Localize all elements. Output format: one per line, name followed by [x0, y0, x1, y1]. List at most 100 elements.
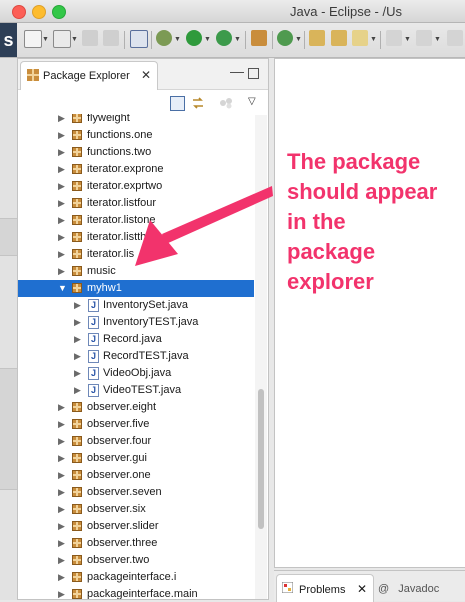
prev-annotation-icon[interactable]: [416, 30, 432, 46]
editor-area[interactable]: [274, 58, 465, 568]
collapse-all-icon[interactable]: [170, 96, 185, 111]
scrollbar-thumb[interactable]: [258, 389, 264, 529]
chevron-down-icon[interactable]: ▼: [434, 36, 441, 43]
close-window-button[interactable]: [12, 5, 26, 19]
package-row[interactable]: ▶ observer.six: [18, 501, 254, 518]
save-all-icon[interactable]: [103, 30, 119, 46]
new-icon[interactable]: [24, 30, 42, 48]
package-row[interactable]: ▶ observer.two: [18, 552, 254, 569]
chevron-down-icon[interactable]: ▼: [295, 36, 302, 43]
package-row[interactable]: ▶ observer.gui: [18, 450, 254, 467]
collapsed-chevron-icon[interactable]: ▶: [58, 249, 65, 260]
collapsed-chevron-icon[interactable]: ▶: [58, 470, 65, 481]
new-class-icon[interactable]: [53, 30, 71, 48]
collapsed-chevron-icon[interactable]: ▶: [58, 436, 65, 447]
new-java-class-icon[interactable]: [277, 30, 293, 46]
next-annotation-icon[interactable]: [386, 30, 402, 46]
java-file-row[interactable]: ▶ InventorySet.java: [18, 297, 254, 314]
minimize-window-button[interactable]: [32, 5, 46, 19]
collapsed-chevron-icon[interactable]: ▶: [58, 521, 65, 532]
chevron-down-icon[interactable]: ▼: [71, 36, 78, 43]
collapsed-chevron-icon[interactable]: ▶: [58, 164, 65, 175]
collapsed-chevron-icon[interactable]: ▶: [74, 300, 81, 311]
link-with-editor-icon[interactable]: [191, 96, 204, 109]
collapsed-chevron-icon[interactable]: ▶: [58, 572, 65, 583]
chevron-down-icon[interactable]: ▼: [42, 36, 49, 43]
collapsed-chevron-icon[interactable]: ▶: [58, 147, 65, 158]
package-row[interactable]: ▶ observer.eight: [18, 399, 254, 416]
package-row[interactable]: ▶ observer.four: [18, 433, 254, 450]
package-row[interactable]: ▶ observer.one: [18, 467, 254, 484]
collapsed-chevron-icon[interactable]: ▶: [74, 368, 81, 379]
collapsed-chevron-icon[interactable]: ▶: [58, 419, 65, 430]
collapsed-chevron-icon[interactable]: ▶: [58, 130, 65, 141]
collapsed-chevron-icon[interactable]: ▶: [58, 266, 65, 277]
search-icon[interactable]: [352, 30, 368, 46]
maximize-view-button[interactable]: [248, 68, 259, 79]
collapsed-chevron-icon[interactable]: ▶: [58, 487, 65, 498]
package-row[interactable]: ▶ flyweight: [18, 114, 254, 127]
collapsed-chevron-icon[interactable]: ▶: [74, 351, 81, 362]
debug-icon[interactable]: [156, 30, 172, 46]
package-row[interactable]: ▶ iterator.lis: [18, 246, 254, 263]
package-row[interactable]: ▶ functions.one: [18, 127, 254, 144]
chevron-down-icon[interactable]: ▼: [174, 36, 181, 43]
package-row[interactable]: ▶ iterator.exprone: [18, 161, 254, 178]
expanded-chevron-icon[interactable]: ▼: [58, 283, 67, 294]
collapsed-chevron-icon[interactable]: ▶: [58, 589, 65, 599]
collapsed-chevron-icon[interactable]: ▶: [74, 385, 81, 396]
collapsed-chevron-icon[interactable]: ▶: [58, 453, 65, 464]
collapsed-chevron-icon[interactable]: ▶: [58, 181, 65, 192]
package-row[interactable]: ▶ observer.five: [18, 416, 254, 433]
package-row[interactable]: ▶ observer.seven: [18, 484, 254, 501]
skip-breakpoints-icon[interactable]: [130, 30, 148, 48]
tab-javadoc[interactable]: @ Javadoc: [378, 583, 439, 595]
chevron-down-icon[interactable]: ▼: [370, 36, 377, 43]
package-row[interactable]: ▶ iterator.listone: [18, 212, 254, 229]
last-edit-icon[interactable]: [447, 30, 463, 46]
tab-problems[interactable]: Problems ✕: [276, 574, 374, 602]
zoom-window-button[interactable]: [52, 5, 66, 19]
package-row[interactable]: ▶ iterator.listthree: [18, 229, 254, 246]
chevron-down-icon[interactable]: ▼: [234, 36, 241, 43]
java-file-row[interactable]: ▶ VideoObj.java: [18, 365, 254, 382]
collapsed-chevron-icon[interactable]: ▶: [58, 504, 65, 515]
java-file-row[interactable]: ▶ VideoTEST.java: [18, 382, 254, 399]
tab-package-explorer[interactable]: Package Explorer ✕: [20, 61, 158, 90]
collapsed-chevron-icon[interactable]: ▶: [74, 334, 81, 345]
run-icon[interactable]: [186, 30, 202, 46]
minimize-view-button[interactable]: —: [230, 63, 244, 79]
package-row[interactable]: ▶ iterator.exprtwo: [18, 178, 254, 195]
close-icon[interactable]: ✕: [357, 582, 367, 596]
package-row[interactable]: ▶ observer.three: [18, 535, 254, 552]
chevron-down-icon[interactable]: ▼: [204, 36, 211, 43]
save-icon[interactable]: [82, 30, 98, 46]
collapsed-chevron-icon[interactable]: ▶: [58, 114, 65, 124]
run-external-icon[interactable]: [216, 30, 232, 46]
collapsed-chevron-icon[interactable]: ▶: [58, 402, 65, 413]
package-row[interactable]: ▶ packageinterface.main: [18, 586, 254, 599]
perspective-badge[interactable]: s: [0, 23, 17, 57]
collapsed-chevron-icon[interactable]: ▶: [58, 232, 65, 243]
open-folder-icon[interactable]: [331, 30, 347, 46]
collapsed-chevron-icon[interactable]: ▶: [58, 198, 65, 209]
collapsed-chevron-icon[interactable]: ▶: [74, 317, 81, 328]
chevron-down-icon[interactable]: ▼: [404, 36, 411, 43]
package-row[interactable]: ▶ music: [18, 263, 254, 280]
package-row[interactable]: ▶ packageinterface.i: [18, 569, 254, 586]
java-file-row[interactable]: ▶ InventoryTEST.java: [18, 314, 254, 331]
package-row[interactable]: ▶ functions.two: [18, 144, 254, 161]
close-icon[interactable]: ✕: [141, 68, 151, 82]
collapsed-chevron-icon[interactable]: ▶: [58, 555, 65, 566]
view-menu-chevron-down-icon[interactable]: ▽: [248, 96, 261, 109]
package-row[interactable]: ▼ myhw1: [18, 280, 254, 297]
package-row[interactable]: ▶ iterator.listfour: [18, 195, 254, 212]
collapsed-chevron-icon[interactable]: ▶: [58, 538, 65, 549]
focus-icon[interactable]: [219, 96, 232, 109]
collapsed-chevron-icon[interactable]: ▶: [58, 215, 65, 226]
package-row[interactable]: ▶ observer.slider: [18, 518, 254, 535]
java-file-row[interactable]: ▶ RecordTEST.java: [18, 348, 254, 365]
open-type-icon[interactable]: [309, 30, 325, 46]
new-package-icon[interactable]: [251, 30, 267, 46]
java-file-row[interactable]: ▶ Record.java: [18, 331, 254, 348]
